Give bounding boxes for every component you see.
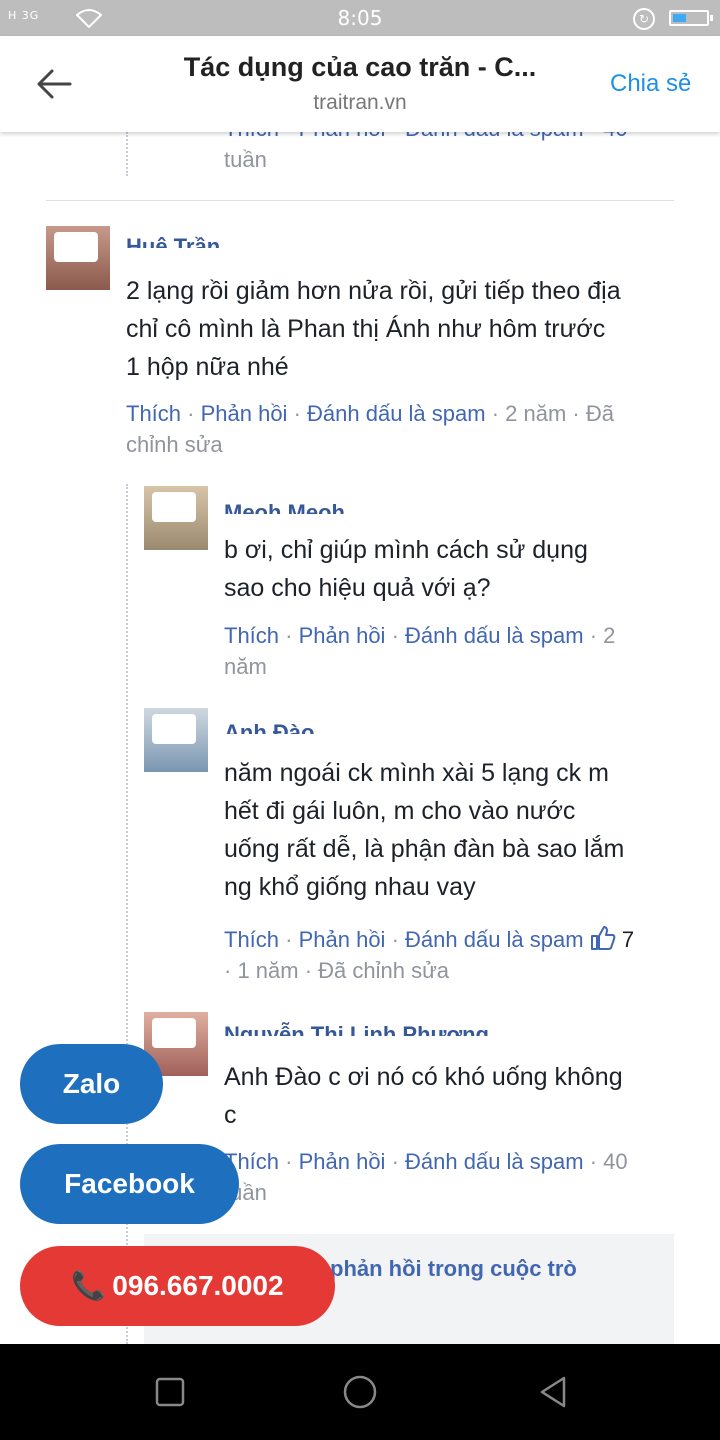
- page-title: Tác dụng của cao trăn - C...: [183, 52, 537, 82]
- nav-triangle-icon[interactable]: [536, 1374, 572, 1410]
- spam-link[interactable]: Đánh dấu là spam: [405, 623, 584, 648]
- spam-link[interactable]: Đánh dấu là spam: [307, 401, 486, 426]
- comment-actions: Thích · Phản hồi · Đánh dấu là spam · 40…: [224, 1149, 628, 1205]
- facebook-button[interactable]: Facebook: [20, 1144, 239, 1224]
- avatar[interactable]: [46, 226, 110, 290]
- avatar[interactable]: [144, 708, 208, 772]
- spam-link[interactable]: Đánh dấu là spam: [405, 927, 584, 952]
- nav-circle-icon[interactable]: [342, 1374, 378, 1410]
- thumbs-up-icon: [590, 926, 616, 950]
- nav-square-icon[interactable]: [152, 1374, 188, 1410]
- avatar[interactable]: [144, 486, 208, 550]
- phone-number: 096.667.0002: [112, 1270, 284, 1301]
- back-arrow-icon[interactable]: [34, 64, 74, 104]
- comment-actions-partial: Thích · Phản hồi · Đánh dấu là spam · 40: [224, 132, 628, 144]
- comment-text: Anh Đào c ơi nó có khó uống không c: [224, 1063, 623, 1129]
- comment-actions: Thích · Phản hồi · Đánh dấu là spam 7 · …: [224, 926, 635, 983]
- like-link[interactable]: Thích: [224, 927, 279, 952]
- rotation-lock-icon: ↻: [633, 8, 655, 30]
- like-link[interactable]: Thích: [224, 623, 279, 648]
- comment-actions: Thích · Phản hồi · Đánh dấu là spam · 2 …: [224, 623, 616, 679]
- commenter-name[interactable]: Huệ Trần: [126, 234, 220, 248]
- page-domain: traitran.vn: [313, 91, 407, 114]
- call-button[interactable]: 📞 096.667.0002: [20, 1246, 335, 1326]
- battery-icon: [669, 10, 713, 26]
- reply-link[interactable]: Phản hồi: [299, 927, 386, 952]
- system-nav-bar: [0, 1344, 720, 1440]
- comment-text: năm ngoái ck mình xài 5 lạng ck m hết đi…: [224, 759, 625, 901]
- more-replies-link[interactable]: phản hồi trong cuộc trò: [330, 1256, 577, 1282]
- comment-text: 2 lạng rồi giảm hơn nửa rồi, gửi tiếp th…: [126, 277, 621, 381]
- reply-link[interactable]: Phản hồi: [299, 623, 386, 648]
- spam-link[interactable]: Đánh dấu là spam: [405, 1149, 584, 1174]
- reply-link[interactable]: Phản hồi: [201, 401, 288, 426]
- share-button[interactable]: Chia sẻ: [610, 70, 691, 98]
- comment-time-partial: tuần: [224, 147, 267, 172]
- like-link[interactable]: Thích: [126, 401, 181, 426]
- comment-actions: Thích · Phản hồi · Đánh dấu là spam · 2 …: [126, 401, 614, 457]
- clock: 8:05: [337, 6, 383, 30]
- comment-divider: [46, 200, 674, 201]
- comment-text: b ơi, chỉ giúp mình cách sử dụng sao cho…: [224, 536, 588, 602]
- zalo-button[interactable]: Zalo: [20, 1044, 163, 1124]
- thread-line: [126, 132, 128, 176]
- commenter-name[interactable]: Meoh Meoh: [224, 500, 345, 514]
- app-bar: Tác dụng của cao trăn - C... traitran.vn…: [0, 36, 720, 132]
- status-bar: H 3G 8:05 ↻: [0, 0, 720, 36]
- commenter-name[interactable]: Nguyễn Thị Linh Phương: [224, 1022, 489, 1036]
- commenter-name[interactable]: Anh Đào: [224, 720, 314, 734]
- like-count: 7: [621, 927, 635, 952]
- phone-icon: 📞: [71, 1270, 107, 1301]
- reply-link[interactable]: Phản hồi: [299, 1149, 386, 1174]
